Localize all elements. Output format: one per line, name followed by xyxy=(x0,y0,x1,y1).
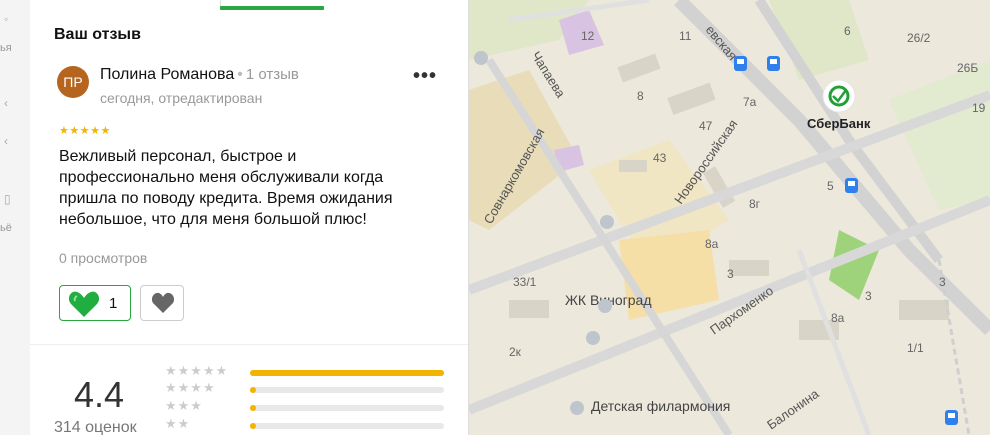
rating-bar-track xyxy=(250,405,444,411)
views-count: 0 просмотров xyxy=(59,250,148,266)
house-number: 11 xyxy=(679,29,692,43)
dislike-button[interactable] xyxy=(140,285,184,321)
map-building xyxy=(729,260,769,276)
rating-distribution-row: ★★★★★ xyxy=(165,363,455,380)
left-sidebar-partial: ◦ ья ‹ ‹ ▯ ьё xyxy=(0,0,31,435)
rating-distribution-row: ★★★★ xyxy=(165,380,455,397)
broken-heart-icon xyxy=(151,292,175,313)
place-label-sberbank: СберБанк xyxy=(807,116,871,131)
bus-stop-icon[interactable] xyxy=(734,56,747,71)
sidebar-partial-label-1: ья xyxy=(0,42,12,54)
review-panel: Ваш отзыв ПР Полина Романова • 1 отзыв сег… xyxy=(30,0,469,435)
rating-bar-track xyxy=(250,370,444,376)
rating-stars: ★★ xyxy=(165,416,191,431)
section-title: Ваш отзыв xyxy=(54,26,141,43)
nav-icon[interactable]: ▯ xyxy=(4,192,11,206)
rating-bar-fill xyxy=(250,405,256,411)
active-tab-indicator xyxy=(220,6,324,10)
rating-count: 314 оценок xyxy=(54,419,137,435)
house-number: 8а xyxy=(831,311,845,325)
rating-distribution-row: ★★★ xyxy=(165,398,455,415)
rating-bar-track xyxy=(250,387,444,393)
house-number: 3 xyxy=(865,289,872,303)
sidebar-partial-label-2: ьё xyxy=(0,222,12,234)
house-number: 12 xyxy=(581,29,595,43)
rating-stars: ★★★ xyxy=(165,398,203,413)
house-number: 26/2 xyxy=(907,31,931,45)
poi-icon[interactable] xyxy=(598,299,612,313)
map-view[interactable]: евская Чапаева Совнаркомовская Новоросси… xyxy=(469,0,990,435)
house-number: 8г xyxy=(749,197,761,211)
rating-distribution-row: ★★ xyxy=(165,416,455,433)
rating-bar-fill xyxy=(250,370,444,376)
house-number: 8 xyxy=(637,89,644,103)
rating-bar-fill xyxy=(250,423,256,429)
house-number: 43 xyxy=(653,151,667,165)
avatar[interactable]: ПР xyxy=(57,66,89,98)
rating-bar-track xyxy=(250,423,444,429)
map-building xyxy=(899,300,949,320)
divider xyxy=(30,344,468,345)
map-building xyxy=(619,160,647,172)
house-number: 47 xyxy=(699,119,713,133)
house-number: 3 xyxy=(939,275,946,289)
house-number: 6 xyxy=(844,24,851,38)
house-number: 5 xyxy=(827,179,834,193)
nav-icon[interactable]: ‹ xyxy=(4,96,8,110)
house-number: 26Б xyxy=(957,61,978,75)
bus-stop-icon[interactable] xyxy=(845,178,858,193)
bus-stop-icon[interactable] xyxy=(767,56,780,71)
poi-icon[interactable] xyxy=(600,215,614,229)
like-button[interactable]: 1 xyxy=(59,285,131,321)
map-canvas[interactable]: евская Чапаева Совнаркомовская Новоросси… xyxy=(469,0,990,435)
review-rating-stars: ★★★★★ xyxy=(59,125,111,137)
author-review-count: 1 отзыв xyxy=(245,66,299,83)
rating-stars: ★★★★ xyxy=(165,380,216,395)
house-number: 7а xyxy=(743,95,757,109)
heart-icon xyxy=(68,291,100,317)
rating-value: 4.4 xyxy=(74,374,125,415)
separator-dot: • xyxy=(237,66,243,83)
bus-stop-icon[interactable] xyxy=(945,410,958,425)
author-line: Полина Романова • 1 отзыв xyxy=(100,66,299,84)
author-name[interactable]: Полина Романова xyxy=(100,66,234,83)
house-number: 19 xyxy=(972,101,986,115)
house-number: 3 xyxy=(727,267,734,281)
nav-icon[interactable]: ‹ xyxy=(4,134,8,148)
rating-stars: ★★★★★ xyxy=(165,363,229,378)
review-text: Вежливый персонал, быстрое и профессиона… xyxy=(59,148,393,228)
rating-bar-fill xyxy=(250,387,256,393)
place-label-philharmonic[interactable]: Детская филармония xyxy=(591,398,730,414)
nav-icon[interactable]: ◦ xyxy=(4,12,8,26)
poi-icon[interactable] xyxy=(570,401,584,415)
house-number: 33/1 xyxy=(513,275,537,289)
review-meta: сегодня, отредактирован xyxy=(100,90,263,106)
like-count: 1 xyxy=(109,295,118,312)
house-number: 2к xyxy=(509,345,522,359)
house-number: 8а xyxy=(705,237,719,251)
map-building xyxy=(509,300,549,318)
poi-icon[interactable] xyxy=(586,331,600,345)
poi-icon[interactable] xyxy=(474,51,488,65)
house-number: 1/1 xyxy=(907,341,924,355)
more-options-icon[interactable]: ••• xyxy=(412,66,438,90)
